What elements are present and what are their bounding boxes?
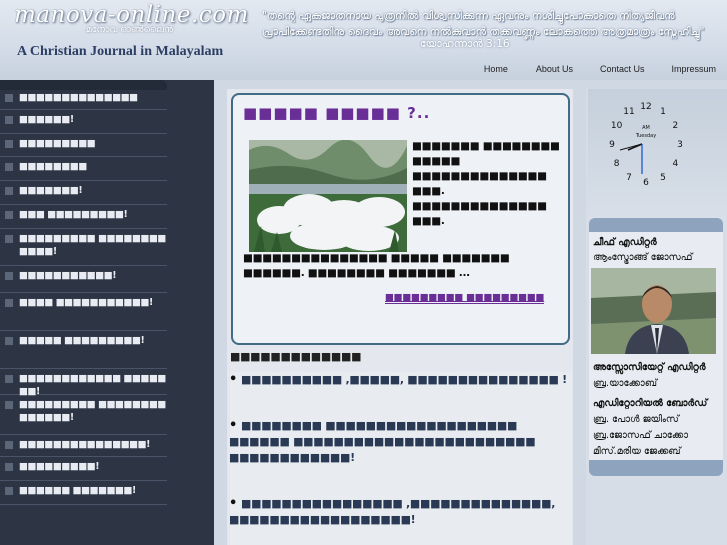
clock-number: 5 <box>660 173 666 183</box>
clock-number: 7 <box>626 173 632 183</box>
staff-box-bottom <box>589 460 723 476</box>
bullet-square-icon <box>5 187 13 195</box>
sidebar-item-label[interactable]: ■■■■■■■! <box>19 184 83 197</box>
sidebar-item-label[interactable]: ■■■■■■■■■ <box>19 137 96 150</box>
sidebar-item[interactable]: ■■■■■■■■■■■■ ■■■■■■■! <box>0 369 167 397</box>
clock-number: 4 <box>673 159 679 169</box>
sidebar-item[interactable]: ■■■■■■■■■ ■■■■■■■■■■■■■■! <box>0 395 167 435</box>
sidebar-item-label[interactable]: ■■■■■■■■■■■■■■■! <box>19 438 150 451</box>
sidebar-item-label[interactable]: ■■■■■■ ■■■■■■■! <box>19 484 136 497</box>
bullet-square-icon <box>5 463 13 471</box>
news-item-text[interactable]: ■■■■■■■■■■ ,■■■■■, ■■■■■■■■■■■■■■■ ! <box>241 373 567 386</box>
clock-number: 6 <box>643 178 649 188</box>
bullet-square-icon <box>5 401 13 409</box>
associate-editor-title: അസ്സോസിയേറ്റ് എഡിറ്റർ <box>593 362 706 373</box>
news-item[interactable]: • ■■■■■■■■■■■■■■■■ ,■■■■■■■■■■■■■■, ■■■■■… <box>229 496 569 528</box>
sidebar-item[interactable]: ■■■ ■■■■■■■■■! <box>0 205 167 229</box>
bullet-square-icon <box>5 299 13 307</box>
nav-contact-us[interactable]: Contact Us <box>600 58 645 81</box>
featured-summary-cont: ■■■■■■■■■■■■■■■ ■■■■■ ■■■■■■■ ■■■■■■. ■■… <box>243 252 510 279</box>
featured-photo[interactable] <box>249 140 407 252</box>
news-heading: ■■■■■■■■■■■■■ <box>230 350 362 363</box>
bullet-square-icon <box>5 235 13 243</box>
sidebar-item-label[interactable]: ■■■■■ ■■■■■■■■■! <box>19 334 145 347</box>
clock-number: 8 <box>614 159 620 169</box>
sidebar-item[interactable]: ■■■■■■■■■■■■■■■! <box>0 435 167 457</box>
bullet-square-icon <box>5 375 13 383</box>
sidebar-item[interactable]: ■■■■■■■■ <box>0 157 167 181</box>
clock-day: Tuesday <box>635 133 656 139</box>
featured-title[interactable]: ■■■■■ ■■■■■ ?.. <box>243 104 430 122</box>
clock-number: 2 <box>673 121 679 131</box>
sidebar-item[interactable]: ■■■■ ■■■■■■■■■■■! <box>0 293 167 331</box>
sidebar-item-label[interactable]: ■■■■■■■■■■■! <box>19 269 117 282</box>
featured-summary: ■■■■■■■ ■■■■■■■■ ■■■■■ ■■■■■■■■■■■■■■ ■■… <box>412 140 560 227</box>
sidebar-item-label[interactable]: ■■■■ ■■■■■■■■■■■! <box>19 296 153 309</box>
board-member: മിസ്.മരിയ ജേക്കബ് <box>593 446 681 457</box>
sidebar-item[interactable]: ■■■■■■■■■■■■■■ <box>0 88 167 110</box>
sidebar-item[interactable]: ■■■■■■■! <box>0 181 167 205</box>
nav-home[interactable]: Home <box>484 58 508 81</box>
sidebar-item[interactable]: ■■■■■■■■■! <box>0 457 167 481</box>
clock-number: 9 <box>609 140 615 150</box>
sidebar-item-label[interactable]: ■■■ ■■■■■■■■■! <box>19 208 128 221</box>
board-member: ബ്ര. പോൾ ജയിംസ് <box>593 414 679 425</box>
news-item-text[interactable]: ■■■■■■■■ ■■■■■■■■■■■■■■■■■■■ ■■■■■■ ■■■■… <box>229 419 536 464</box>
chief-editor-name: ആംസ്ട്രോങ്ങ് ജോസഫ് <box>593 252 693 263</box>
bullet-square-icon <box>5 441 13 449</box>
bullet-square-icon <box>5 94 13 102</box>
clock-number: 1 <box>660 107 666 117</box>
bullet-icon: • <box>229 418 238 433</box>
sidebar-item[interactable]: ■■■■■■■■■ <box>0 134 167 157</box>
bullet-square-icon <box>5 140 13 148</box>
clock-number: 10 <box>611 121 623 131</box>
bullet-icon: • <box>229 496 238 511</box>
top-nav: Home About Us Contact Us Impressum <box>0 58 727 81</box>
sidebar-item-label[interactable]: ■■■■■■■■ <box>19 160 87 173</box>
bullet-square-icon <box>5 487 13 495</box>
clock-number: 11 <box>623 107 634 117</box>
bullet-square-icon <box>5 163 13 171</box>
sidebar-item-label[interactable]: ■■■■■■■■■ ■■■■■■■■■■■■! <box>19 232 167 258</box>
editor-photo <box>591 268 716 354</box>
chief-editor-title: ചീഫ് എഡിറ്റർ <box>593 237 657 248</box>
board-member: ബ്ര.ജോസഫ് ചാക്കോ <box>593 430 689 441</box>
sidebar-item[interactable]: ■■■■■■! <box>0 110 167 134</box>
sidebar-item-label[interactable]: ■■■■■■■■■! <box>19 460 100 473</box>
nav-impressum[interactable]: Impressum <box>671 58 716 81</box>
sidebar-item[interactable]: ■■■■■■■■■ ■■■■■■■■■■■■! <box>0 229 167 266</box>
news-item[interactable]: • ■■■■■■■■ ■■■■■■■■■■■■■■■■■■■ ■■■■■■ ■■■… <box>229 418 569 466</box>
nav-about-us[interactable]: About Us <box>536 58 573 81</box>
bullet-icon: • <box>229 372 238 387</box>
clock-number: 3 <box>677 140 683 150</box>
sidebar-item[interactable]: ■■■■■■■■■■■! <box>0 266 167 293</box>
sidebar-item[interactable]: ■■■■■■ ■■■■■■■! <box>0 481 167 505</box>
site-logo-subtitle: മനോവ ഓൺലൈൻ <box>86 25 173 35</box>
sidebar-item-label[interactable]: ■■■■■■! <box>19 113 74 126</box>
bible-quote: "തന്റെ ഏകജാതനായ പുത്രനിൽ വിശ്വസിക്കുന്ന … <box>262 8 722 40</box>
bullet-square-icon <box>5 272 13 280</box>
analog-clock: 12 12 3 45 6 78 9 1011 AM Tuesday <box>609 102 683 188</box>
quote-line-1: "തന്റെ ഏകജാതനായ പുത്രനിൽ വിശ്വസിക്കുന്ന … <box>262 10 675 22</box>
clock-number: 12 <box>640 102 651 112</box>
associate-editor-name: ബ്ര.യാക്കോബ് <box>593 378 658 389</box>
quote-reference: യോഹന്നാൻ 3:16 <box>420 38 510 50</box>
sidebar-item[interactable]: ■■■■■ ■■■■■■■■■! <box>0 331 167 369</box>
staff-box-top <box>589 218 723 232</box>
news-item[interactable]: • ■■■■■■■■■■ ,■■■■■, ■■■■■■■■■■■■■■■ ! <box>229 372 569 388</box>
clock-ampm: AM <box>642 125 650 131</box>
read-more-link[interactable]: ■■■■■■■■■ ■■■■■■■■■ <box>385 292 544 304</box>
editorial-board-title: എഡിറ്റോറിയൽ ബോർഡ് <box>593 398 708 409</box>
bullet-square-icon <box>5 116 13 124</box>
sidebar-item-label[interactable]: ■■■■■■■■■■■■■■ <box>19 91 138 104</box>
news-item-text[interactable]: ■■■■■■■■■■■■■■■■ ,■■■■■■■■■■■■■■, ■■■■■■… <box>229 497 555 526</box>
bullet-square-icon <box>5 211 13 219</box>
bullet-square-icon <box>5 337 13 345</box>
sidebar-item-label[interactable]: ■■■■■■■■■ ■■■■■■■■■■■■■■! <box>19 398 167 424</box>
